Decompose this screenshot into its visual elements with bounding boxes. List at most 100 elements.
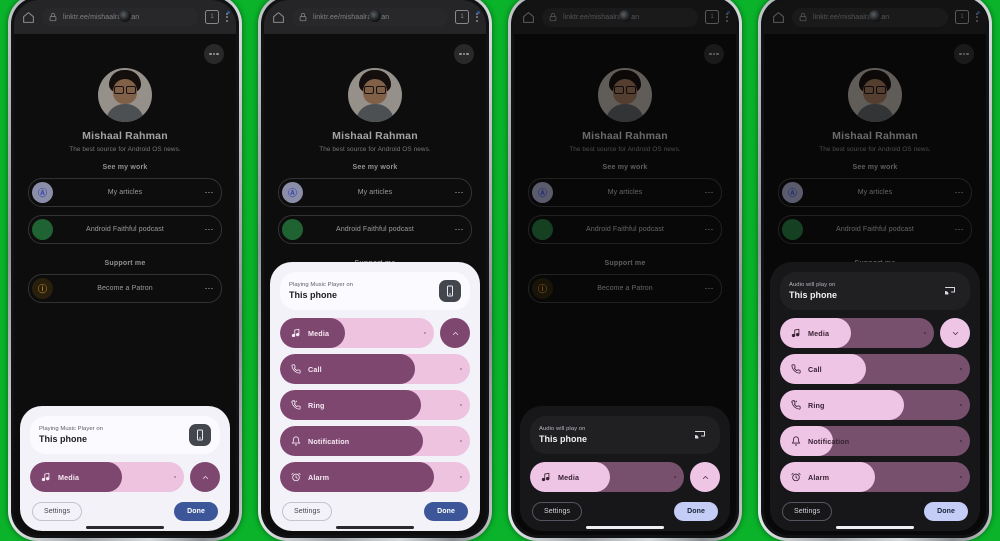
volume-slider-alarm[interactable]: Alarm — [780, 462, 970, 492]
volume-panel-footer: Settings Done — [780, 502, 970, 525]
link-more-icon[interactable] — [705, 228, 713, 231]
volume-slider-row: Media — [280, 318, 470, 348]
home-icon[interactable] — [772, 11, 785, 24]
chevron-up-icon[interactable] — [690, 462, 720, 492]
phone-call-icon — [791, 364, 801, 374]
linktree-link-row[interactable]: Android Faithful podcast — [778, 215, 972, 244]
settings-button[interactable]: Settings — [282, 502, 333, 521]
link-label: My articles — [107, 189, 143, 196]
slider-tick — [960, 440, 962, 442]
audio-output-card[interactable]: Playing Music Player on This phone — [30, 416, 220, 454]
linktree-link-row[interactable]: ⓘ Become a Patron — [528, 274, 722, 303]
linktree-link-row[interactable]: Android Faithful podcast — [278, 215, 472, 244]
linktree-link-row[interactable]: Ⓐ My articles — [528, 178, 722, 207]
done-button[interactable]: Done — [924, 502, 968, 521]
volume-slider-alarm[interactable]: Alarm — [280, 462, 470, 492]
linktree-link-row[interactable]: Ⓐ My articles — [778, 178, 972, 207]
device-screen: linktr.ee/mishaalrahman 1 Mishaal Rahman Th… — [264, 0, 486, 535]
cast-audio-icon[interactable] — [939, 280, 961, 302]
volume-slider-list: Media Call Ring Notification Alarm — [780, 318, 970, 492]
done-button[interactable]: Done — [674, 502, 718, 521]
slider-tick — [460, 440, 462, 442]
gesture-nav-bar[interactable] — [586, 526, 664, 529]
section-heading: Support me — [104, 260, 146, 267]
volume-slider-media[interactable]: Media — [30, 462, 184, 492]
link-more-icon[interactable] — [955, 228, 963, 231]
home-icon[interactable] — [272, 11, 285, 24]
linktree-link-row[interactable]: ⓘ Become a Patron — [28, 274, 222, 303]
overflow-menu-icon[interactable] — [476, 10, 480, 22]
settings-button[interactable]: Settings — [782, 502, 833, 521]
overflow-menu-icon[interactable] — [226, 10, 230, 22]
link-more-icon[interactable] — [705, 191, 713, 194]
overflow-menu-icon[interactable] — [976, 10, 980, 22]
phone-speaker-icon[interactable] — [189, 424, 211, 446]
linktree-link-row[interactable]: Ⓐ My articles — [278, 178, 472, 207]
slider-label: Alarm — [808, 472, 830, 482]
phone-mockup: linktr.ee/mishaalrahman 1 Mishaal Rahman Th… — [750, 0, 1000, 541]
android-authority-icon: Ⓐ — [532, 182, 553, 203]
volume-slider-media[interactable]: Media — [780, 318, 934, 348]
audio-output-card[interactable]: Playing Music Player on This phone — [280, 272, 470, 310]
link-more-icon[interactable] — [205, 228, 213, 231]
slider-label: Notification — [808, 436, 850, 446]
linktree-link-row[interactable]: Android Faithful podcast — [28, 215, 222, 244]
settings-button[interactable]: Settings — [32, 502, 83, 521]
page-title: Mishaal Rahman — [332, 130, 418, 142]
link-more-icon[interactable] — [455, 228, 463, 231]
slider-tick — [460, 404, 462, 406]
gesture-nav-bar[interactable] — [836, 526, 914, 529]
audio-output-card[interactable]: Audio will play on This phone — [530, 416, 720, 454]
volume-slider-notification[interactable]: Notification — [780, 426, 970, 456]
android-authority-icon: Ⓐ — [282, 182, 303, 203]
volume-slider-notification[interactable]: Notification — [280, 426, 470, 456]
chevron-up-icon[interactable] — [440, 318, 470, 348]
linktree-link-row[interactable]: Ⓐ My articles — [28, 178, 222, 207]
volume-slider-call[interactable]: Call — [780, 354, 970, 384]
overflow-menu-icon[interactable] — [726, 10, 730, 22]
volume-slider-row: Media — [780, 318, 970, 348]
link-label: Android Faithful podcast — [586, 226, 664, 233]
device-screen: linktr.ee/mishaalrahman 1 Mishaal Rahman Th… — [14, 0, 236, 535]
volume-slider-ring[interactable]: Ring — [780, 390, 970, 420]
volume-slider-ring[interactable]: Ring — [280, 390, 470, 420]
tab-switcher-icon[interactable]: 1 — [205, 10, 219, 24]
gesture-nav-bar[interactable] — [336, 526, 414, 529]
home-icon[interactable] — [22, 11, 35, 24]
share-menu-icon[interactable] — [954, 44, 974, 64]
slider-label: Call — [308, 364, 322, 374]
tab-switcher-icon[interactable]: 1 — [455, 10, 469, 24]
linktree-link-row[interactable]: Android Faithful podcast — [528, 215, 722, 244]
section-heading: See my work — [102, 164, 148, 171]
home-icon[interactable] — [522, 11, 535, 24]
tab-switcher-icon[interactable]: 1 — [705, 10, 719, 24]
link-more-icon[interactable] — [955, 191, 963, 194]
share-menu-icon[interactable] — [454, 44, 474, 64]
volume-slider-media[interactable]: Media — [530, 462, 684, 492]
link-more-icon[interactable] — [205, 191, 213, 194]
cast-audio-icon[interactable] — [689, 424, 711, 446]
share-menu-icon[interactable] — [204, 44, 224, 64]
slider-tick — [960, 476, 962, 478]
link-label: Become a Patron — [597, 285, 653, 292]
volume-panel: Playing Music Player on This phone Media Ca… — [270, 262, 480, 531]
volume-slider-call[interactable]: Call — [280, 354, 470, 384]
volume-panel: Audio will play on This phone Media Setting… — [520, 406, 730, 531]
volume-slider-row: Alarm — [780, 462, 970, 492]
done-button[interactable]: Done — [174, 502, 218, 521]
volume-panel-footer: Settings Done — [30, 502, 220, 525]
audio-output-card[interactable]: Audio will play on This phone — [780, 272, 970, 310]
chevron-up-icon[interactable] — [190, 462, 220, 492]
volume-slider-media[interactable]: Media — [280, 318, 434, 348]
link-more-icon[interactable] — [205, 287, 213, 290]
phone-speaker-icon[interactable] — [439, 280, 461, 302]
share-menu-icon[interactable] — [704, 44, 724, 64]
slider-label: Ring — [808, 400, 825, 410]
tab-switcher-icon[interactable]: 1 — [955, 10, 969, 24]
link-more-icon[interactable] — [705, 287, 713, 290]
link-more-icon[interactable] — [455, 191, 463, 194]
done-button[interactable]: Done — [424, 502, 468, 521]
gesture-nav-bar[interactable] — [86, 526, 164, 529]
chevron-down-icon[interactable] — [940, 318, 970, 348]
settings-button[interactable]: Settings — [532, 502, 583, 521]
